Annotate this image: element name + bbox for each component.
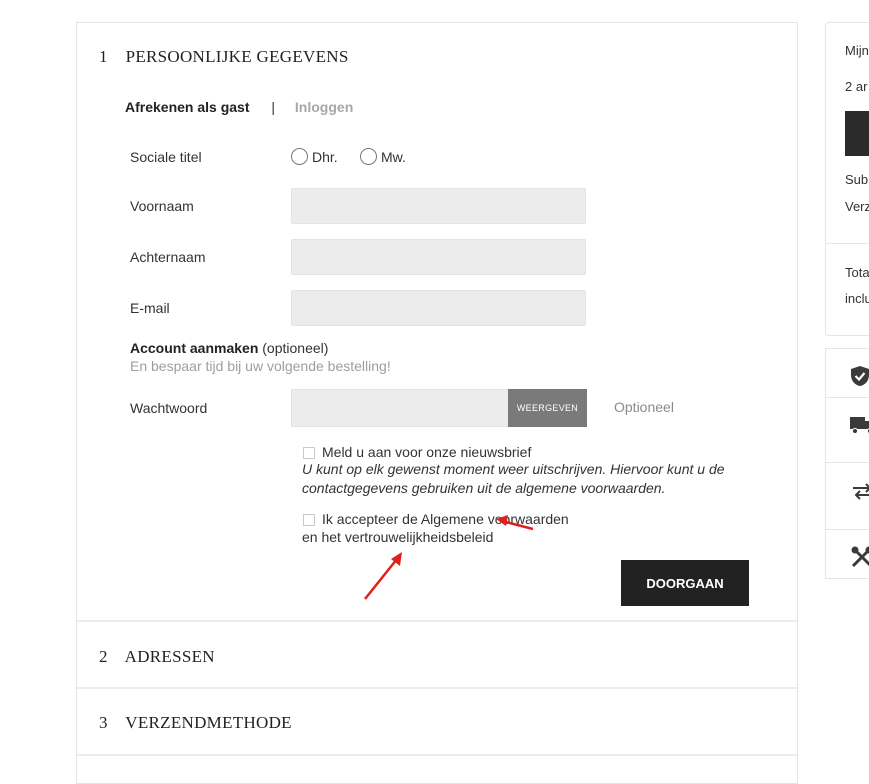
cart-summary-title: Mijn bbox=[845, 43, 869, 58]
tax-incl-label: inclu bbox=[845, 291, 869, 306]
cart-summary: Mijn 2 ar Sub Verz Tota inclu bbox=[825, 22, 869, 336]
summary-divider bbox=[826, 243, 869, 244]
reassurance-divider bbox=[826, 397, 869, 398]
reassurance-divider bbox=[826, 529, 869, 530]
truck-icon bbox=[850, 415, 869, 440]
tools-icon bbox=[850, 545, 869, 574]
annotation-arrows bbox=[0, 0, 869, 772]
shipping-label: Verz bbox=[845, 199, 869, 214]
annotation-arrow-right bbox=[496, 515, 533, 529]
annotation-arrow-up bbox=[365, 552, 402, 599]
total-label: Tota bbox=[845, 265, 869, 280]
cart-details-button[interactable] bbox=[845, 111, 869, 156]
subtotal-label: Sub bbox=[845, 172, 868, 187]
reassurance-block bbox=[825, 348, 869, 579]
exchange-arrows-icon bbox=[850, 481, 869, 506]
cart-items-count[interactable]: 2 ar bbox=[845, 79, 867, 94]
shield-check-icon bbox=[850, 365, 869, 392]
reassurance-divider bbox=[826, 462, 869, 463]
